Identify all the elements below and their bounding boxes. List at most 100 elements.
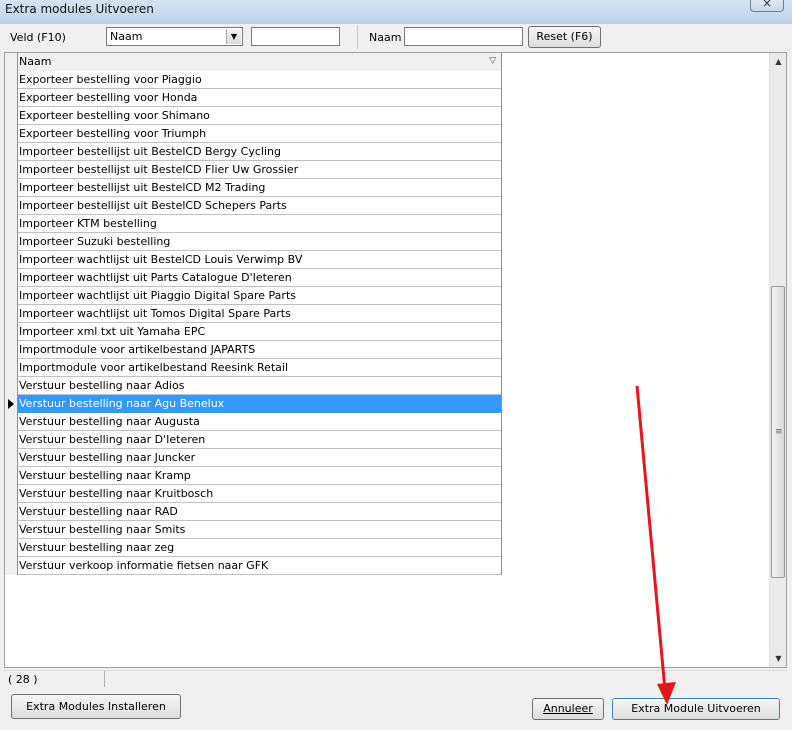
row-indicator[interactable] xyxy=(5,395,18,413)
close-button[interactable]: × xyxy=(750,0,784,12)
row-indicator[interactable] xyxy=(5,71,18,89)
table-row[interactable]: Verstuur verkoop informatie fietsen naar… xyxy=(5,557,502,575)
table-row[interactable]: Verstuur bestelling naar Smits xyxy=(5,521,502,539)
scrollbar-thumb[interactable]: ≡ xyxy=(771,286,785,578)
scroll-down-icon[interactable]: ▼ xyxy=(770,650,786,667)
row-indicator[interactable] xyxy=(5,557,18,575)
table-row[interactable]: Verstuur bestelling naar RAD xyxy=(5,503,502,521)
table-cell-naam[interactable]: Verstuur bestelling naar Agu Benelux xyxy=(18,395,502,413)
table-row[interactable]: Importmodule voor artikelbestand Reesink… xyxy=(5,359,502,377)
column-header-naam[interactable]: Naam ▽ xyxy=(18,53,502,71)
table-row[interactable]: Importeer bestellijst uit BestelCD M2 Tr… xyxy=(5,179,502,197)
table-row[interactable]: Importeer Suzuki bestelling xyxy=(5,233,502,251)
table-cell-naam[interactable]: Importmodule voor artikelbestand JAPARTS xyxy=(18,341,502,359)
row-indicator[interactable] xyxy=(5,125,18,143)
table-row[interactable]: Verstuur bestelling naar Juncker xyxy=(5,449,502,467)
row-indicator[interactable] xyxy=(5,161,18,179)
table-cell-naam[interactable]: Importeer Suzuki bestelling xyxy=(18,233,502,251)
table-row[interactable]: Importeer wachtlijst uit Parts Catalogue… xyxy=(5,269,502,287)
row-indicator[interactable] xyxy=(5,305,18,323)
table-row[interactable]: Importeer wachtlijst uit Tomos Digital S… xyxy=(5,305,502,323)
row-indicator[interactable] xyxy=(5,269,18,287)
run-module-button[interactable]: Extra Module Uitvoeren xyxy=(612,698,780,720)
table-cell-naam[interactable]: Importeer wachtlijst uit BestelCD Louis … xyxy=(18,251,502,269)
table-row[interactable]: Verstuur bestelling naar D'Ieteren xyxy=(5,431,502,449)
table-row[interactable]: Importeer wachtlijst uit Piaggio Digital… xyxy=(5,287,502,305)
row-indicator[interactable] xyxy=(5,287,18,305)
row-indicator[interactable] xyxy=(5,359,18,377)
row-indicator[interactable] xyxy=(5,377,18,395)
row-indicator[interactable] xyxy=(5,467,18,485)
vertical-scrollbar[interactable]: ▲ ≡ ▼ xyxy=(769,53,786,667)
row-indicator[interactable] xyxy=(5,503,18,521)
table-cell-naam[interactable]: Exporteer bestelling voor Piaggio xyxy=(18,71,502,89)
row-indicator[interactable] xyxy=(5,107,18,125)
row-indicator[interactable] xyxy=(5,215,18,233)
table-row[interactable]: Verstuur bestelling naar Kramp xyxy=(5,467,502,485)
table-cell-naam[interactable]: Verstuur verkoop informatie fietsen naar… xyxy=(18,557,502,575)
row-indicator[interactable] xyxy=(5,521,18,539)
table-row[interactable]: Exporteer bestelling voor Piaggio xyxy=(5,71,502,89)
table-row[interactable]: Importeer bestellijst uit BestelCD Flier… xyxy=(5,161,502,179)
table-cell-naam[interactable]: Exporteer bestelling voor Honda xyxy=(18,89,502,107)
table-cell-naam[interactable]: Verstuur bestelling naar Juncker xyxy=(18,449,502,467)
table-cell-naam[interactable]: Importeer xml txt uit Yamaha EPC xyxy=(18,323,502,341)
row-indicator[interactable] xyxy=(5,341,18,359)
table-cell-naam[interactable]: Importeer wachtlijst uit Piaggio Digital… xyxy=(18,287,502,305)
table-cell-naam[interactable]: Verstuur bestelling naar Adios xyxy=(18,377,502,395)
row-indicator[interactable] xyxy=(5,143,18,161)
row-indicator[interactable] xyxy=(5,251,18,269)
row-indicator[interactable] xyxy=(5,323,18,341)
table-row[interactable]: Exporteer bestelling voor Triumph xyxy=(5,125,502,143)
table-cell-naam[interactable]: Verstuur bestelling naar Kruitbosch xyxy=(18,485,502,503)
table-row[interactable]: Importeer bestellijst uit BestelCD Schep… xyxy=(5,197,502,215)
table-cell-naam[interactable]: Verstuur bestelling naar Kramp xyxy=(18,467,502,485)
table-row[interactable]: Importeer wachtlijst uit BestelCD Louis … xyxy=(5,251,502,269)
install-modules-button[interactable]: Extra Modules Installeren xyxy=(11,694,181,719)
table-cell-naam[interactable]: Verstuur bestelling naar D'Ieteren xyxy=(18,431,502,449)
table-cell-naam[interactable]: Verstuur bestelling naar RAD xyxy=(18,503,502,521)
table-row[interactable]: Verstuur bestelling naar Kruitbosch xyxy=(5,485,502,503)
row-indicator[interactable] xyxy=(5,449,18,467)
name-search-input[interactable] xyxy=(404,27,523,46)
row-indicator[interactable] xyxy=(5,431,18,449)
table-cell-naam[interactable]: Verstuur bestelling naar Smits xyxy=(18,521,502,539)
table-cell-naam[interactable]: Importeer wachtlijst uit Parts Catalogue… xyxy=(18,269,502,287)
row-indicator[interactable] xyxy=(5,89,18,107)
table-cell-naam[interactable]: Importeer bestellijst uit BestelCD M2 Tr… xyxy=(18,179,502,197)
table-row[interactable]: Verstuur bestelling naar zeg xyxy=(5,539,502,557)
table-cell-naam[interactable]: Importeer bestellijst uit BestelCD Schep… xyxy=(18,197,502,215)
row-indicator[interactable] xyxy=(5,485,18,503)
table-cell-naam[interactable]: Importeer bestellijst uit BestelCD Flier… xyxy=(18,161,502,179)
field-select[interactable]: Naam ▼ xyxy=(106,27,243,46)
table-row[interactable]: Importmodule voor artikelbestand JAPARTS xyxy=(5,341,502,359)
modules-grid[interactable]: Naam ▽ Exporteer bestelling voor Piaggio… xyxy=(4,52,787,668)
row-indicator[interactable] xyxy=(5,233,18,251)
table-cell-naam[interactable]: Verstuur bestelling naar zeg xyxy=(18,539,502,557)
field-value-input[interactable] xyxy=(251,27,340,46)
row-indicator[interactable] xyxy=(5,179,18,197)
reset-button[interactable]: Reset (F6) xyxy=(528,26,601,48)
table-cell-naam[interactable]: Importeer KTM bestelling xyxy=(18,215,502,233)
row-indicator[interactable] xyxy=(5,413,18,431)
chevron-down-icon[interactable]: ▼ xyxy=(226,29,241,44)
cancel-button[interactable]: Annuleer xyxy=(532,698,604,720)
row-indicator[interactable] xyxy=(5,539,18,557)
table-row[interactable]: Importeer KTM bestelling xyxy=(5,215,502,233)
table-cell-naam[interactable]: Exporteer bestelling voor Triumph xyxy=(18,125,502,143)
table-cell-naam[interactable]: Verstuur bestelling naar Augusta xyxy=(18,413,502,431)
table-row[interactable]: Exporteer bestelling voor Honda xyxy=(5,89,502,107)
table-cell-naam[interactable]: Importmodule voor artikelbestand Reesink… xyxy=(18,359,502,377)
table-cell-naam[interactable]: Exporteer bestelling voor Shimano xyxy=(18,107,502,125)
scroll-up-icon[interactable]: ▲ xyxy=(770,53,786,70)
table-row[interactable]: Verstuur bestelling naar Augusta xyxy=(5,413,502,431)
table-row[interactable]: Verstuur bestelling naar Adios xyxy=(5,377,502,395)
row-indicator[interactable] xyxy=(5,197,18,215)
table-cell-naam[interactable]: Importeer wachtlijst uit Tomos Digital S… xyxy=(18,305,502,323)
table-row[interactable]: Exporteer bestelling voor Shimano xyxy=(5,107,502,125)
table-row[interactable]: Importeer xml txt uit Yamaha EPC xyxy=(5,323,502,341)
table-row[interactable]: Importeer bestellijst uit BestelCD Bergy… xyxy=(5,143,502,161)
table-row[interactable]: Verstuur bestelling naar Agu Benelux xyxy=(5,395,502,413)
table-cell-naam[interactable]: Importeer bestellijst uit BestelCD Bergy… xyxy=(18,143,502,161)
sort-icon[interactable]: ▽ xyxy=(489,53,496,70)
